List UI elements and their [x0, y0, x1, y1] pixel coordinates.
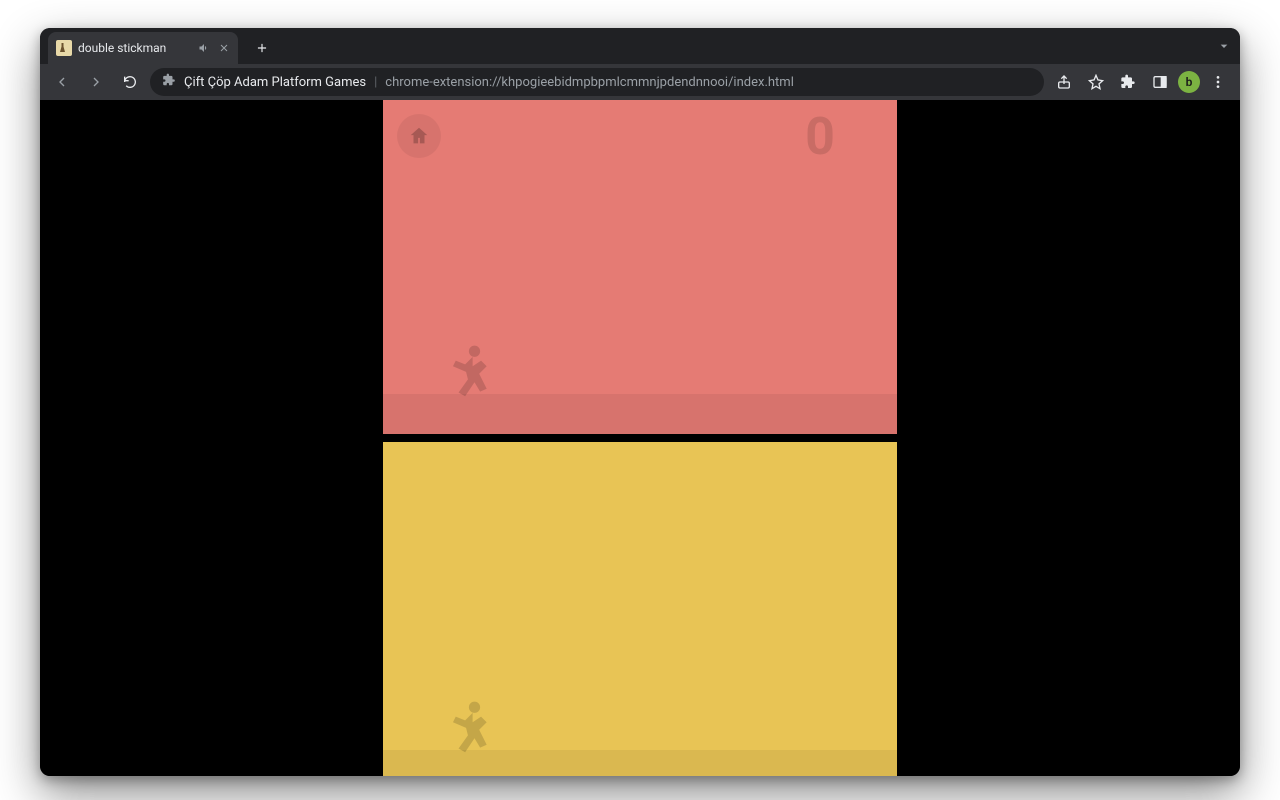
tab-close-icon[interactable]: [218, 42, 230, 54]
side-panel-button[interactable]: [1146, 68, 1174, 96]
new-tab-button[interactable]: [248, 34, 276, 62]
address-separator: |: [374, 75, 377, 90]
game-divider: [383, 434, 897, 442]
game-top-pane[interactable]: 0: [383, 100, 897, 434]
browser-tab-active[interactable]: double stickman: [48, 32, 238, 64]
address-url-path: chrome-extension://khpogieebidmpbpmlcmmn…: [385, 75, 794, 90]
extension-icon: [162, 73, 176, 91]
bookmark-button[interactable]: [1082, 68, 1110, 96]
toolbar-right-actions: b: [1050, 68, 1232, 96]
profile-letter: b: [1186, 75, 1193, 89]
game-home-button[interactable]: [397, 114, 441, 158]
game-top-ground: [383, 394, 897, 434]
game-canvas[interactable]: 0: [383, 100, 897, 776]
address-extension-name: Çift Çöp Adam Platform Games: [184, 75, 366, 90]
chrome-menu-button[interactable]: [1204, 68, 1232, 96]
extensions-button[interactable]: [1114, 68, 1142, 96]
tab-title: double stickman: [78, 41, 192, 55]
runner-top-icon: [437, 340, 497, 400]
browser-toolbar: Çift Çöp Adam Platform Games | chrome-ex…: [40, 64, 1240, 100]
share-button[interactable]: [1050, 68, 1078, 96]
tab-strip: double stickman: [40, 28, 1240, 64]
nav-reload-button[interactable]: [116, 68, 144, 96]
address-bar[interactable]: Çift Çöp Adam Platform Games | chrome-ex…: [150, 68, 1044, 96]
game-bottom-ground: [383, 750, 897, 776]
browser-window: double stickman: [40, 28, 1240, 776]
game-score: 0: [805, 106, 837, 167]
tab-audio-mute-icon[interactable]: [198, 42, 210, 54]
nav-back-button[interactable]: [48, 68, 76, 96]
runner-bottom-icon: [437, 696, 497, 756]
page-viewport: 0: [40, 100, 1240, 776]
nav-forward-button[interactable]: [82, 68, 110, 96]
window-dropdown-button[interactable]: [1216, 28, 1232, 64]
game-bottom-pane[interactable]: [383, 442, 897, 776]
profile-avatar[interactable]: b: [1178, 71, 1200, 93]
tab-favicon-icon: [56, 40, 72, 56]
